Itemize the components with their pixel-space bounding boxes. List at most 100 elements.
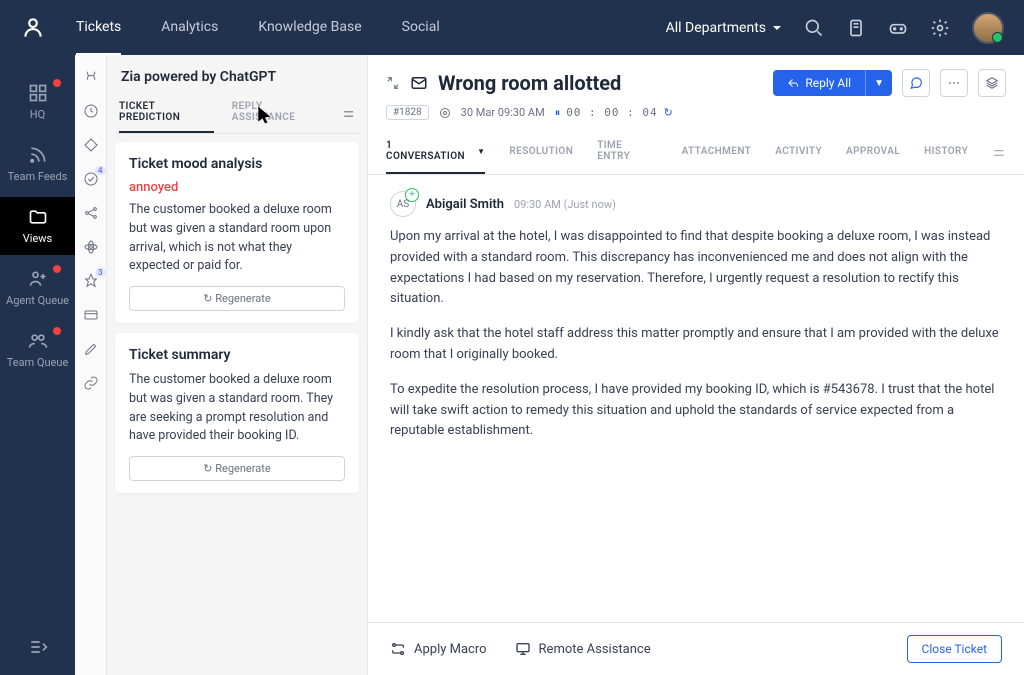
clipboard-icon[interactable] — [846, 18, 866, 38]
message-avatar: AS — [390, 191, 416, 217]
reply-icon — [787, 77, 799, 89]
sidebar-item-agent-queue[interactable]: Agent Queue — [0, 259, 75, 317]
macro-icon — [390, 641, 406, 657]
ticket-title: Wrong room allotted — [438, 71, 763, 95]
gamepad-icon[interactable] — [888, 18, 908, 38]
zia-tabs: TICKET PREDICTION REPLY ASSISTANCE — [115, 95, 359, 134]
tab-resolution[interactable]: RESOLUTION — [509, 138, 573, 169]
mood-card-text: The customer booked a deluxe room but wa… — [129, 201, 345, 276]
remote-assistance-button[interactable]: Remote Assistance — [515, 641, 651, 657]
reply-dropdown-button[interactable]: ▼ — [865, 70, 892, 96]
rail-tag-icon[interactable] — [83, 137, 99, 153]
mood-card-title: Ticket mood analysis — [129, 156, 345, 172]
apply-macro-label: Apply Macro — [414, 642, 487, 657]
tab-conversation[interactable]: 1 CONVERSATION ▼ — [386, 132, 485, 174]
department-selector[interactable]: All Departments — [666, 20, 782, 36]
tab-menu-icon[interactable] — [992, 146, 1006, 160]
tab-approval[interactable]: APPROVAL — [846, 138, 900, 169]
sidebar-label: Agent Queue — [6, 294, 69, 307]
left-sidebar: HQ Team Feeds Views Agent Queue Team Que… — [0, 55, 75, 675]
rail-badge: 3 — [95, 268, 106, 277]
app-logo — [20, 15, 46, 41]
sidebar-item-hq[interactable]: HQ — [0, 73, 75, 131]
zia-panel: Zia powered by ChatGPT TICKET PREDICTION… — [107, 55, 367, 675]
tab-history[interactable]: HISTORY — [924, 138, 968, 169]
sidebar-collapse-button[interactable] — [28, 637, 48, 657]
regen-label: Regenerate — [215, 462, 270, 475]
collapse-icon — [28, 637, 48, 657]
cursor-icon — [255, 105, 275, 125]
message-paragraph: Upon my arrival at the hotel, I was disa… — [390, 227, 1002, 310]
layers-icon-button[interactable] — [978, 69, 1006, 97]
nav-knowledge-base[interactable]: Knowledge Base — [258, 1, 361, 55]
notification-dot — [53, 79, 61, 87]
monitor-icon — [515, 641, 531, 657]
sidebar-label: Team Feeds — [8, 170, 68, 183]
ticket-date: 30 Mar 09:30 AM — [461, 106, 545, 119]
rail-clock-icon[interactable] — [83, 103, 99, 119]
notification-dot — [53, 327, 61, 335]
rail-pen-icon[interactable] — [83, 341, 99, 357]
timer-value: 00 : 00 : 04 — [566, 106, 657, 119]
regenerate-button[interactable]: ↻ Regenerate — [129, 286, 345, 311]
message-time: 09:30 AM (Just now) — [514, 198, 616, 211]
top-nav: Tickets Analytics Knowledge Base Social — [76, 1, 440, 55]
remote-label: Remote Assistance — [539, 642, 651, 657]
collapse-panel-icon[interactable] — [386, 76, 400, 90]
ticket-footer: Apply Macro Remote Assistance Close Tick… — [368, 622, 1024, 675]
close-ticket-button[interactable]: Close Ticket — [907, 635, 1002, 663]
sidebar-label: HQ — [30, 108, 45, 121]
rail-link-icon[interactable] — [83, 375, 99, 391]
nav-social[interactable]: Social — [402, 1, 440, 55]
icon-rail: 4 3 — [75, 55, 107, 675]
tab-attachment[interactable]: ATTACHMENT — [682, 138, 752, 169]
rail-pin-icon[interactable]: 3 — [83, 273, 99, 289]
user-avatar[interactable] — [972, 12, 1004, 44]
gear-icon[interactable] — [930, 18, 950, 38]
ticket-header: Wrong room allotted Reply All ▼ #1828 — [368, 55, 1024, 175]
sidebar-item-team-feeds[interactable]: Team Feeds — [0, 135, 75, 193]
team-queue-icon — [28, 331, 48, 351]
reply-all-button[interactable]: Reply All — [773, 70, 865, 96]
more-icon-button[interactable] — [940, 69, 968, 97]
nav-tickets[interactable]: Tickets — [76, 1, 121, 55]
pause-button[interactable]: ⏸ — [555, 106, 561, 120]
channel-icon — [439, 107, 451, 119]
tab-time-entry[interactable]: TIME ENTRY — [597, 132, 657, 174]
agent-queue-icon — [28, 269, 48, 289]
refresh-timer-icon[interactable]: ↻ — [664, 106, 673, 119]
folder-icon — [28, 207, 48, 227]
search-icon[interactable] — [804, 18, 824, 38]
chevron-down-icon — [772, 23, 782, 33]
zia-tab-menu-icon[interactable] — [342, 107, 355, 121]
sidebar-label: Team Queue — [7, 356, 69, 369]
rail-share-icon[interactable] — [83, 205, 99, 221]
notification-dot — [53, 265, 61, 273]
conversation-body: AS Abigail Smith 09:30 AM (Just now) Upo… — [368, 175, 1024, 622]
summary-card: Ticket summary The customer booked a del… — [115, 333, 359, 493]
ticket-tabs: 1 CONVERSATION ▼ RESOLUTION TIME ENTRY A… — [386, 132, 1006, 174]
rail-card-icon[interactable] — [83, 307, 99, 323]
topbar-right: All Departments — [666, 12, 1004, 44]
tab-activity[interactable]: ACTIVITY — [775, 138, 822, 169]
hq-icon — [28, 83, 48, 103]
sidebar-item-team-queue[interactable]: Team Queue — [0, 321, 75, 379]
rail-check-icon[interactable]: 4 — [83, 171, 99, 187]
zia-tab-reply-assist[interactable]: REPLY ASSISTANCE — [232, 95, 324, 133]
summary-card-text: The customer booked a deluxe room but wa… — [129, 371, 345, 446]
mail-icon — [410, 74, 428, 92]
mood-value: annoyed — [129, 180, 345, 195]
rail-ai-icon[interactable] — [83, 69, 99, 85]
message-author: Abigail Smith — [426, 197, 504, 212]
sidebar-label: Views — [23, 232, 52, 245]
message-header: AS Abigail Smith 09:30 AM (Just now) — [390, 191, 1002, 217]
chat-icon-button[interactable] — [902, 69, 930, 97]
zia-tab-prediction[interactable]: TICKET PREDICTION — [119, 95, 214, 133]
regenerate-button[interactable]: ↻ Regenerate — [129, 456, 345, 481]
timer: ⏸ 00 : 00 : 04 ↻ — [555, 106, 673, 120]
sidebar-item-views[interactable]: Views — [0, 197, 75, 255]
rail-atom-icon[interactable] — [83, 239, 99, 255]
mood-card: Ticket mood analysis annoyed The custome… — [115, 142, 359, 323]
apply-macro-button[interactable]: Apply Macro — [390, 641, 487, 657]
nav-analytics[interactable]: Analytics — [161, 1, 218, 55]
